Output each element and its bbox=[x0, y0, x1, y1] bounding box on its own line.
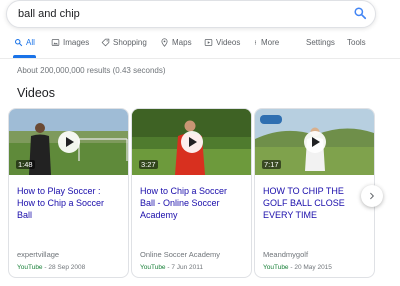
video-thumbnail[interactable]: 1:48 bbox=[9, 109, 128, 175]
search-tabs: All Images Shopping Maps Videos More Set… bbox=[0, 38, 400, 58]
tab-images[interactable]: Images bbox=[51, 38, 89, 56]
tab-maps[interactable]: Maps bbox=[160, 38, 192, 56]
video-channel: Online Soccer Academy bbox=[140, 250, 221, 259]
play-button[interactable] bbox=[181, 131, 203, 153]
video-date: 28 Sep 2008 bbox=[48, 264, 86, 271]
play-icon bbox=[188, 137, 197, 147]
video-source: YouTube bbox=[140, 264, 166, 271]
video-title-link[interactable]: HOW TO CHIP THE GOLF BALL CLOSE EVERY TI… bbox=[263, 185, 367, 222]
video-channel: Meandmygolf bbox=[263, 250, 309, 259]
carousel-next-button[interactable] bbox=[361, 185, 383, 207]
video-meta: YouTube - 28 Sep 2008 bbox=[17, 264, 86, 271]
video-duration: 1:48 bbox=[16, 160, 35, 169]
result-stats: About 200,000,000 results (0.43 seconds) bbox=[17, 66, 166, 75]
video-channel: expertvillage bbox=[17, 250, 60, 259]
search-box[interactable] bbox=[6, 0, 376, 28]
video-duration: 7:17 bbox=[262, 160, 281, 169]
video-meta: YouTube - 20 May 2015 bbox=[263, 264, 332, 271]
tabs-divider bbox=[0, 58, 400, 59]
search-icon bbox=[15, 39, 23, 47]
play-icon bbox=[65, 137, 74, 147]
tab-label: Videos bbox=[216, 38, 241, 47]
video-source: YouTube bbox=[17, 264, 43, 271]
image-icon bbox=[51, 39, 60, 46]
tab-label: More bbox=[261, 38, 280, 47]
play-icon bbox=[311, 137, 320, 147]
tab-label: Tools bbox=[347, 38, 366, 47]
video-date: 7 Jun 2011 bbox=[171, 264, 204, 271]
search-icon[interactable] bbox=[353, 6, 367, 20]
tab-label: Settings bbox=[306, 38, 335, 47]
tab-tools[interactable]: Tools bbox=[347, 38, 366, 56]
tab-all[interactable]: All bbox=[13, 38, 36, 58]
tab-settings[interactable]: Settings bbox=[306, 38, 335, 56]
tab-more[interactable]: More bbox=[253, 38, 279, 56]
video-date: 20 May 2015 bbox=[294, 264, 332, 271]
video-thumbnail[interactable]: 3:27 bbox=[132, 109, 251, 175]
play-button[interactable] bbox=[304, 131, 326, 153]
play-icon bbox=[204, 39, 213, 46]
video-thumbnail[interactable]: 7:17 bbox=[255, 109, 374, 175]
video-card[interactable]: 3:27 How to Chip a Soccer Ball - Online … bbox=[131, 108, 252, 278]
video-meta: YouTube - 7 Jun 2011 bbox=[140, 264, 204, 271]
more-vert-icon bbox=[254, 40, 257, 45]
video-duration: 3:27 bbox=[139, 160, 158, 169]
tab-label: Maps bbox=[172, 38, 192, 47]
video-card[interactable]: 1:48 How to Play Soccer : How to Chip a … bbox=[8, 108, 129, 278]
search-input[interactable] bbox=[18, 6, 338, 22]
video-title-link[interactable]: How to Chip a Soccer Ball - Online Socce… bbox=[140, 185, 244, 222]
play-button[interactable] bbox=[58, 131, 80, 153]
video-card[interactable]: 7:17 HOW TO CHIP THE GOLF BALL CLOSE EVE… bbox=[254, 108, 375, 278]
videos-section-title: Videos bbox=[17, 86, 55, 100]
tab-videos[interactable]: Videos bbox=[204, 38, 240, 56]
tab-shopping[interactable]: Shopping bbox=[101, 38, 147, 56]
map-pin-icon bbox=[161, 38, 168, 47]
tab-label: All bbox=[26, 38, 35, 47]
tag-icon bbox=[101, 38, 110, 47]
video-source: YouTube bbox=[263, 264, 289, 271]
chevron-right-icon bbox=[370, 192, 374, 200]
tab-label: Shopping bbox=[113, 38, 147, 47]
tab-label: Images bbox=[63, 38, 90, 47]
video-title-link[interactable]: How to Play Soccer : How to Chip a Socce… bbox=[17, 185, 121, 222]
